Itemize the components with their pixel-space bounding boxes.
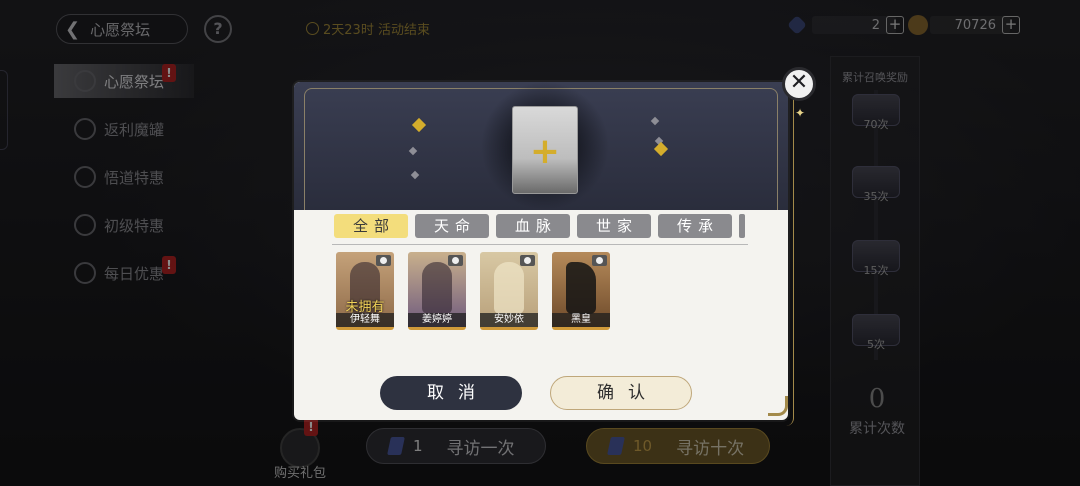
tabs-divider (332, 244, 748, 245)
tab-destiny[interactable]: 天命 (415, 214, 489, 238)
character-portrait (494, 262, 524, 314)
character-card[interactable]: 安妙依 (480, 252, 538, 330)
character-name: 黑皇 (552, 313, 610, 327)
tab-bloodline[interactable]: 血脉 (496, 214, 570, 238)
corner-ornament (768, 396, 788, 416)
wish-slot-button[interactable]: + (512, 106, 578, 194)
character-portrait (566, 262, 596, 314)
tab-inheritance[interactable]: 传承 (658, 214, 732, 238)
character-card[interactable]: 未拥有 伊轻舞 (336, 252, 394, 330)
close-icon[interactable]: ✕ (782, 67, 816, 101)
modal-header: + (294, 82, 788, 210)
eye-icon[interactable] (448, 255, 463, 266)
tab-clan[interactable]: 世家 (577, 214, 651, 238)
character-name: 伊轻舞 (336, 313, 394, 327)
eye-icon[interactable] (520, 255, 535, 266)
character-list: 未拥有 伊轻舞 姜婷婷 安妙依 黑皇 (336, 252, 610, 330)
wish-select-modal: + 全部 天命 血脉 世家 传承 未拥有 伊轻舞 姜婷婷 安妙依 黑皇 取消 确… (294, 82, 788, 420)
tab-overflow[interactable] (739, 214, 745, 238)
character-name: 安妙依 (480, 313, 538, 327)
sparkle-icon: ✦ (795, 106, 806, 120)
eye-icon[interactable] (592, 255, 607, 266)
character-card[interactable]: 黑皇 (552, 252, 610, 330)
plus-icon: + (529, 131, 561, 172)
character-card[interactable]: 姜婷婷 (408, 252, 466, 330)
cancel-button[interactable]: 取消 (380, 376, 522, 410)
tab-all[interactable]: 全部 (334, 214, 408, 238)
character-portrait (422, 262, 452, 314)
eye-icon[interactable] (376, 255, 391, 266)
category-tabs: 全部 天命 血脉 世家 传承 (334, 214, 745, 238)
character-name: 姜婷婷 (408, 313, 466, 327)
confirm-button[interactable]: 确认 (550, 376, 692, 410)
